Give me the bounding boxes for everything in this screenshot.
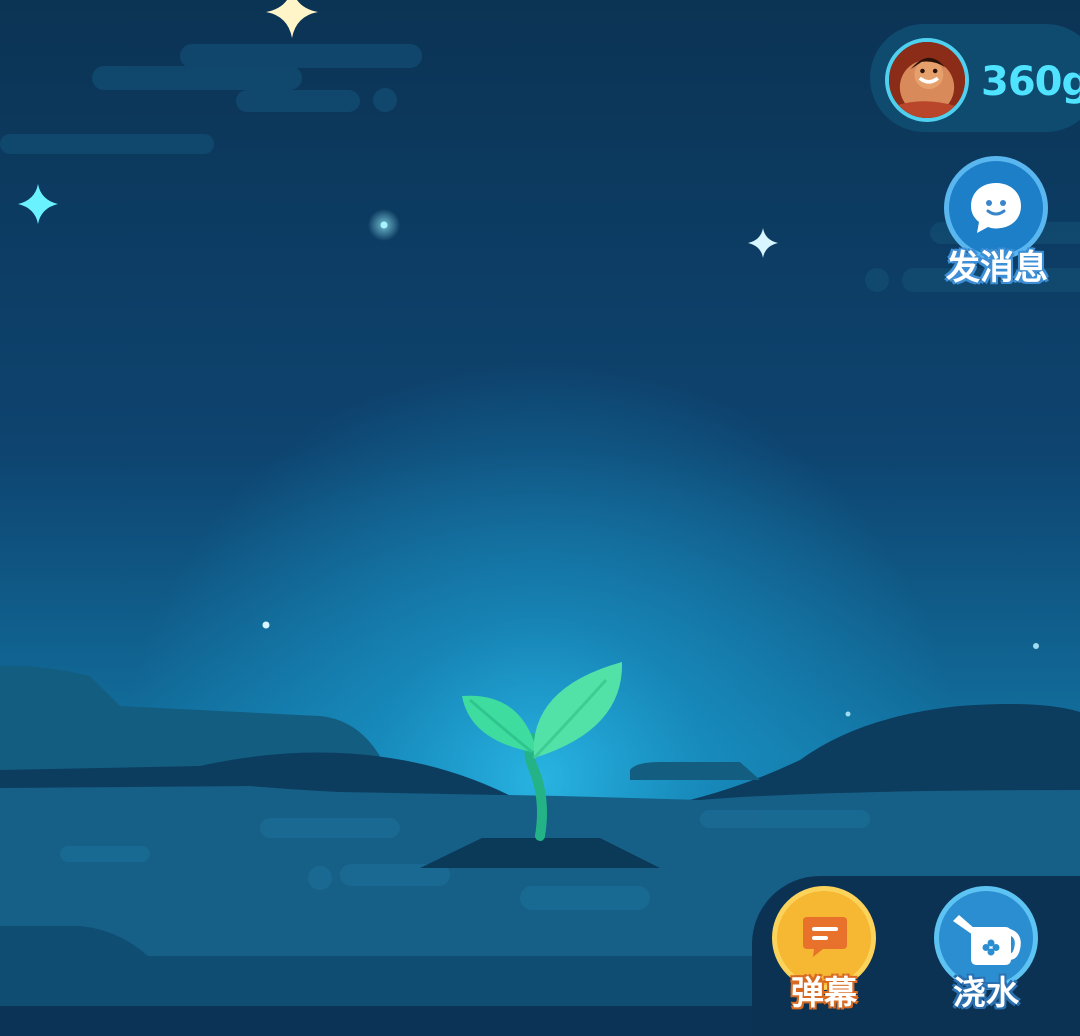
send-message-label: 发消息 <box>946 248 1048 288</box>
avatar-pirate-character-icon <box>889 42 965 118</box>
water-button[interactable]: 浇水 <box>928 886 1044 1012</box>
ledge-right <box>630 762 760 780</box>
plant-weight-label: 360g <box>981 59 1080 105</box>
star-dot <box>380 221 388 229</box>
star-dot <box>262 621 270 629</box>
send-message-button[interactable]: 发消息 <box>932 156 1062 288</box>
danmu-button[interactable]: 弹幕 <box>766 886 882 1012</box>
comment-bubble-icon <box>803 917 847 957</box>
star-dot <box>845 711 851 717</box>
user-avatar[interactable] <box>885 38 969 122</box>
night-sky-scene <box>0 0 1080 1006</box>
star-dot <box>1033 643 1039 649</box>
watering-can-icon <box>953 915 1021 965</box>
danmu-label: 弹幕 <box>791 973 857 1012</box>
water-label: 浇水 <box>953 973 1019 1012</box>
smiley-chat-bubble-icon <box>971 183 1021 233</box>
